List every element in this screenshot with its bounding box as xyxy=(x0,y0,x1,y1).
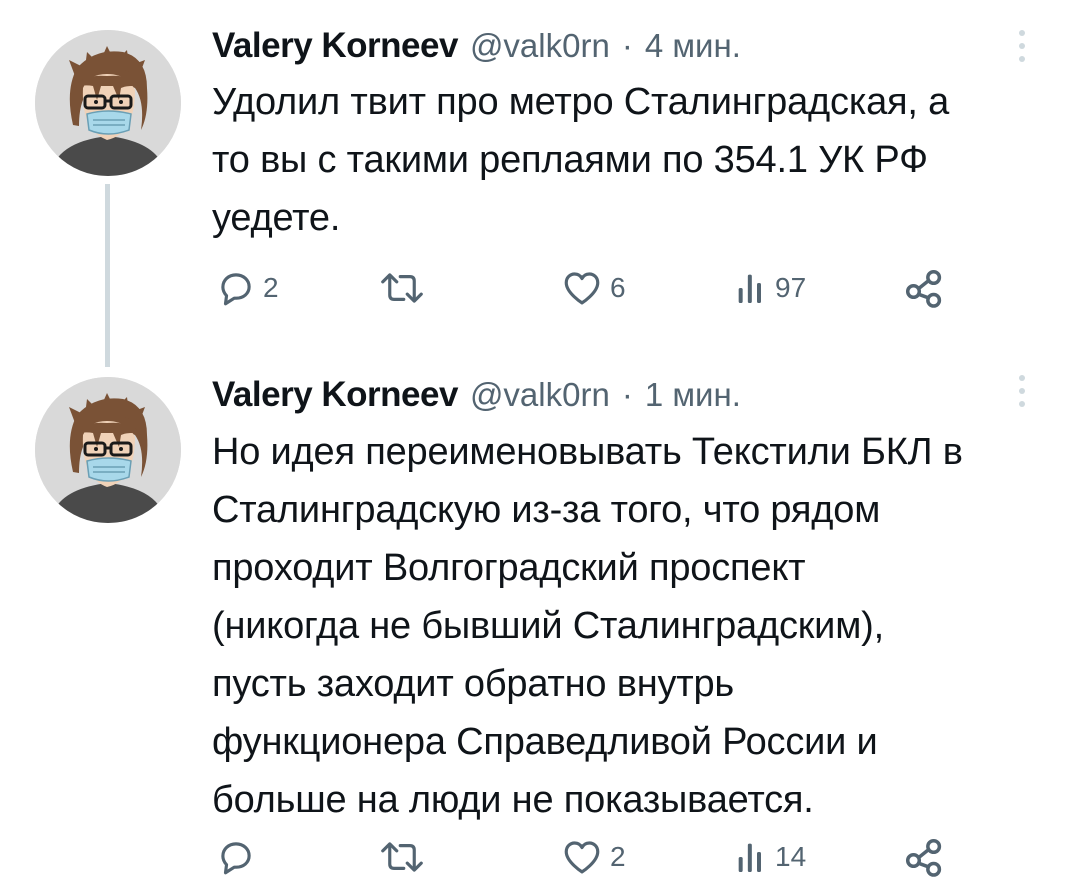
avatar-image xyxy=(35,377,181,523)
timestamp[interactable]: 1 мин. xyxy=(645,376,741,414)
more-vertical-icon[interactable] xyxy=(1012,373,1032,409)
reply-count: 2 xyxy=(263,272,279,303)
reply-button[interactable] xyxy=(215,832,263,882)
reply-icon xyxy=(221,842,251,875)
like-count: 2 xyxy=(610,841,626,872)
tweet-text-line: функционера Справедливой России и xyxy=(212,721,878,763)
tweet-text-line: больше на люди не показывается. xyxy=(212,779,814,821)
share-icon xyxy=(905,838,942,877)
like-count: 6 xyxy=(610,272,626,303)
views-button[interactable]: 14 xyxy=(735,832,806,882)
views-icon xyxy=(738,843,761,872)
tweet-2[interactable]: Valery Korneev @valk0rn · 1 мин. Но идея… xyxy=(0,355,1080,895)
author-name[interactable]: Valery Korneev xyxy=(212,375,458,415)
views-count: 14 xyxy=(775,841,807,872)
tweet-text-line: (никогда не бывший Сталинградским), xyxy=(212,605,884,647)
reply-icon xyxy=(221,273,251,306)
reply-button[interactable]: 2 xyxy=(215,263,279,313)
heart-icon xyxy=(564,272,600,305)
views-count: 97 xyxy=(775,272,807,303)
tweet-actions: 2 6 97 xyxy=(0,263,1080,313)
tweet-actions: 2 14 xyxy=(0,832,1080,882)
tweet-text: Но идея переименовывать Текстили БКЛ в С… xyxy=(212,423,1052,829)
more-vertical-icon[interactable] xyxy=(1012,28,1032,64)
tweet-header: Valery Korneev @valk0rn · 4 мин. xyxy=(212,26,741,70)
share-icon xyxy=(905,269,942,308)
tweet-text-line: то вы с такими реплаями по 354.1 УК РФ xyxy=(212,139,928,181)
timestamp[interactable]: 4 мин. xyxy=(645,27,741,65)
separator: · xyxy=(621,376,633,413)
views-icon xyxy=(738,274,761,303)
like-button[interactable]: 2 xyxy=(560,832,626,882)
share-button[interactable] xyxy=(903,263,945,313)
heart-icon xyxy=(564,841,600,874)
avatar-image xyxy=(35,30,181,176)
author-name[interactable]: Valery Korneev xyxy=(212,26,458,66)
like-button[interactable]: 6 xyxy=(560,263,626,313)
tweet-text-line: уедете. xyxy=(212,197,341,239)
tweet-text-line: пусть заходит обратно внутрь xyxy=(212,663,735,705)
tweet-text-line: Сталинградскую из-за того, что рядом xyxy=(212,489,881,531)
tweet-1[interactable]: Valery Korneev @valk0rn · 4 мин. Удолил … xyxy=(0,0,1080,367)
separator: · xyxy=(621,27,633,64)
retweet-button[interactable] xyxy=(378,263,426,313)
share-button[interactable] xyxy=(903,832,945,882)
tweet-text-line: Удолил твит про метро Сталинградская, а xyxy=(212,81,950,123)
tweet-text: Удолил твит про метро Сталинградская, а … xyxy=(212,73,1052,247)
avatar[interactable] xyxy=(35,377,181,523)
author-handle[interactable]: @valk0rn xyxy=(470,376,610,414)
author-handle[interactable]: @valk0rn xyxy=(470,27,610,65)
retweet-icon xyxy=(381,842,423,872)
views-button[interactable]: 97 xyxy=(735,263,806,313)
retweet-icon xyxy=(381,273,423,303)
tweet-header: Valery Korneev @valk0rn · 1 мин. xyxy=(212,375,741,419)
avatar[interactable] xyxy=(35,30,181,176)
tweet-text-line: Но идея переименовывать Текстили БКЛ в xyxy=(212,431,963,473)
retweet-button[interactable] xyxy=(378,832,426,882)
tweet-text-line: проходит Волгоградский проспект xyxy=(212,547,806,589)
